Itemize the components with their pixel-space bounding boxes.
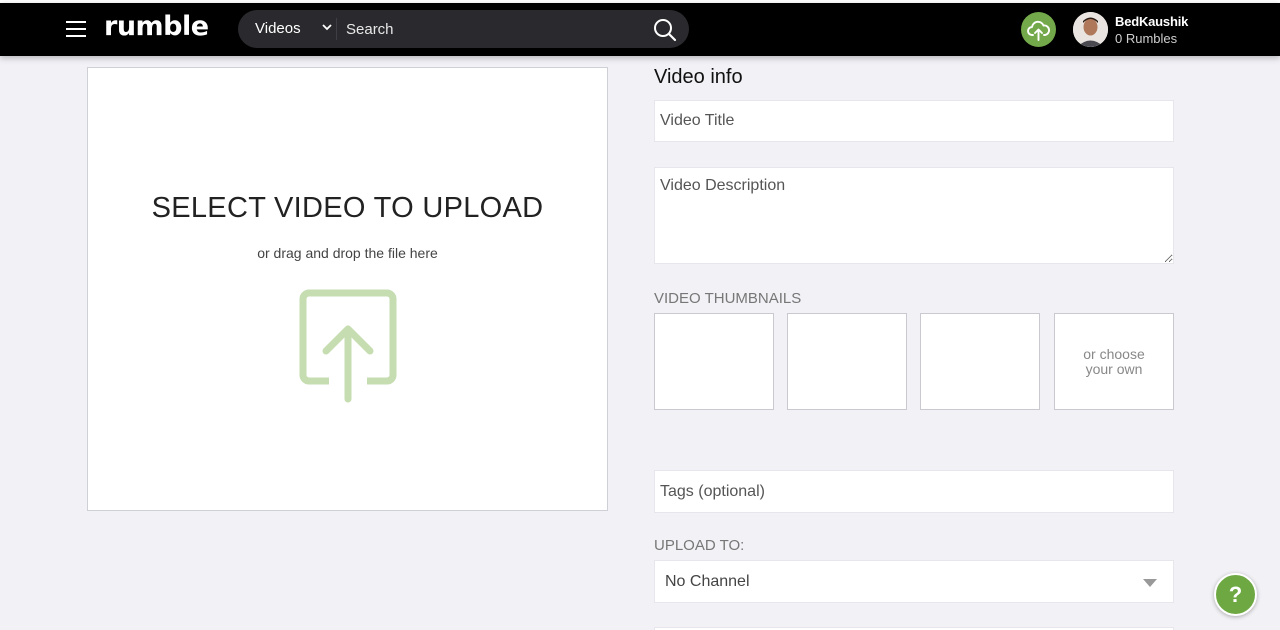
thumbnail-option-3[interactable] bbox=[920, 313, 1040, 410]
caret-down-icon bbox=[1143, 579, 1157, 587]
video-info-heading: Video info bbox=[654, 66, 743, 88]
user-name[interactable]: BedKaushik bbox=[1115, 14, 1188, 29]
thumbnails-label: VIDEO THUMBNAILS bbox=[654, 290, 802, 307]
search-bar: Videos bbox=[238, 10, 689, 48]
search-input[interactable] bbox=[346, 14, 646, 44]
thumbnail-option-1[interactable] bbox=[654, 313, 774, 410]
header: rumble Videos BedKaushik bbox=[0, 3, 1280, 56]
video-title-input[interactable] bbox=[654, 100, 1174, 142]
search-divider bbox=[336, 18, 337, 40]
video-description-input[interactable] bbox=[654, 167, 1174, 264]
upload-to-label: UPLOAD TO: bbox=[654, 537, 745, 554]
search-button[interactable] bbox=[653, 18, 677, 42]
thumbnail-option-2[interactable] bbox=[787, 313, 907, 410]
upload-button[interactable] bbox=[1021, 12, 1056, 47]
video-dropzone[interactable]: SELECT VIDEO TO UPLOAD or drag and drop … bbox=[87, 67, 608, 511]
search-category-select[interactable]: Videos bbox=[238, 10, 336, 48]
choose-own-label: or choose your own bbox=[1083, 345, 1145, 377]
channel-select[interactable]: No Channel bbox=[654, 560, 1174, 603]
dropzone-subtitle: or drag and drop the file here bbox=[257, 245, 438, 261]
search-icon bbox=[654, 19, 677, 42]
tags-input[interactable] bbox=[654, 470, 1174, 513]
help-button[interactable]: ? bbox=[1214, 573, 1257, 616]
user-avatar-icon bbox=[1073, 12, 1108, 47]
chevron-down-icon bbox=[322, 24, 332, 31]
upload-arrow-icon bbox=[299, 289, 397, 403]
user-rumbles-count: 0 Rumbles bbox=[1115, 31, 1178, 46]
channel-select-value: No Channel bbox=[665, 573, 750, 590]
rumble-logo[interactable]: rumble bbox=[104, 11, 209, 42]
choose-own-thumbnail-button[interactable]: or choose your own bbox=[1054, 313, 1174, 410]
cloud-upload-icon bbox=[1027, 20, 1050, 41]
search-category-label: Videos bbox=[255, 20, 301, 37]
menu-icon[interactable] bbox=[66, 21, 86, 37]
avatar[interactable] bbox=[1073, 12, 1108, 47]
dropzone-title: SELECT VIDEO TO UPLOAD bbox=[151, 192, 544, 224]
